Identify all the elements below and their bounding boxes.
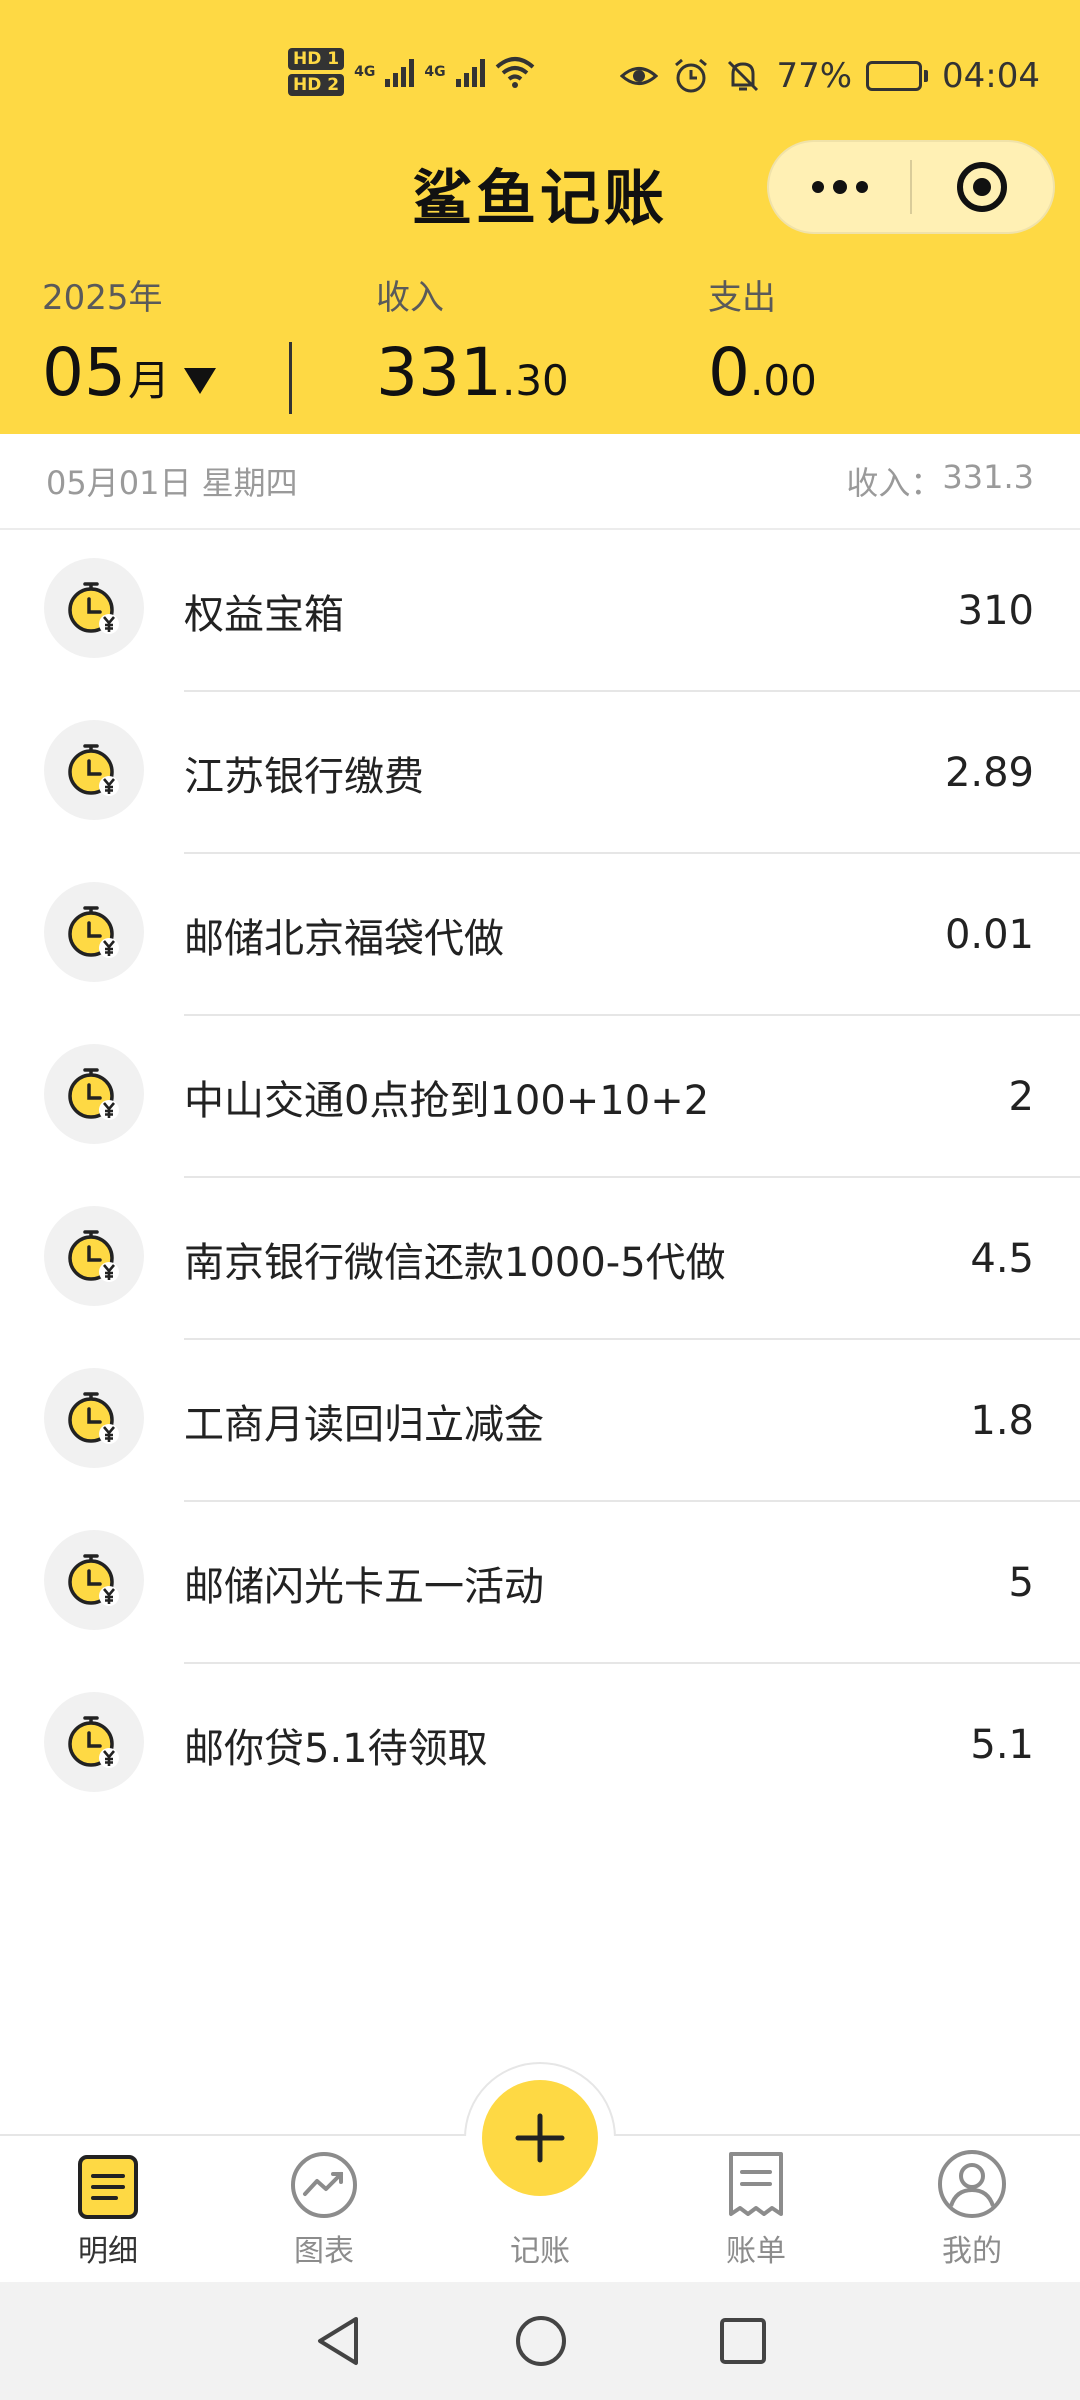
- income-total: 331 .30: [376, 340, 569, 406]
- tab-bill-label: 账单: [726, 2234, 786, 2269]
- transaction-amount: 1.8: [970, 1398, 1034, 1444]
- expense-total: 0 .00: [708, 340, 817, 406]
- plus-icon: [515, 2113, 565, 2163]
- tab-me[interactable]: 我的: [902, 2134, 1042, 2282]
- expense-label: 支出: [708, 278, 776, 318]
- system-nav-bar: [0, 2282, 1080, 2400]
- status-right: 77% 04:04: [620, 56, 1040, 96]
- back-icon[interactable]: [312, 2313, 364, 2369]
- signal2-label: 4G: [424, 64, 446, 80]
- transaction-title: 邮储北京福袋代做: [184, 916, 504, 962]
- hd1-badge: HD 1: [288, 48, 345, 70]
- tab-detail[interactable]: 明细: [38, 2134, 178, 2282]
- hd2-badge: HD 2: [288, 74, 345, 96]
- clock-yen-icon: [44, 720, 144, 820]
- status-bar: HD 1 HD 2 4G 4G 77% 04:04: [0, 0, 1080, 160]
- transaction-list: 权益宝箱 310 江苏银行缴费 2.89 邮储北京福袋代做 0.01 中山交通0…: [0, 530, 1080, 1826]
- clock-yen-icon: [44, 1206, 144, 1306]
- year-label: 2025年: [42, 278, 163, 318]
- battery-icon: [866, 61, 929, 91]
- battery-percent: 77%: [776, 56, 853, 96]
- transaction-title: 邮储闪光卡五一活动: [184, 1564, 544, 1610]
- transaction-amount: 5: [1008, 1560, 1034, 1606]
- clock-yen-icon: [44, 882, 144, 982]
- user-circle-icon: [938, 2150, 1006, 2218]
- transaction-title: 权益宝箱: [184, 592, 344, 638]
- signal2-icon: [455, 57, 485, 87]
- header: HD 1 HD 2 4G 4G 77% 04:04 鲨鱼记账 2025年 收入 …: [0, 0, 1080, 434]
- target-icon: [957, 162, 1008, 212]
- transaction-amount: 310: [957, 588, 1034, 634]
- tab-chart-label: 图表: [294, 2234, 354, 2269]
- transaction-row[interactable]: 南京银行微信还款1000-5代做 4.5: [0, 1178, 1080, 1340]
- tab-chart[interactable]: 图表: [254, 2134, 394, 2282]
- dropdown-arrow-icon: [184, 368, 216, 394]
- month-number: 05: [42, 334, 126, 411]
- income-decimal: .30: [501, 356, 569, 405]
- day-date: 05月01日 星期四: [46, 464, 298, 502]
- more-button[interactable]: [769, 180, 910, 194]
- month-summary: 2025年 收入 支出 05 月 331 .30 0 .00: [0, 270, 1080, 434]
- transaction-title: 江苏银行缴费: [184, 754, 424, 800]
- tab-me-label: 我的: [942, 2234, 1002, 2269]
- day-income: 收入： 331.3: [846, 458, 1034, 504]
- clock-yen-icon: [44, 1692, 144, 1792]
- month-unit: 月: [127, 356, 170, 405]
- transaction-row[interactable]: 工商月读回归立减金 1.8: [0, 1340, 1080, 1502]
- tab-detail-label: 明细: [78, 2234, 138, 2269]
- transaction-row[interactable]: 江苏银行缴费 2.89: [0, 692, 1080, 854]
- transaction-title: 工商月读回归立减金: [184, 1402, 544, 1448]
- expense-decimal: .00: [750, 356, 817, 405]
- alarm-icon: [675, 58, 708, 93]
- tab-add-label: 记账: [510, 2234, 570, 2269]
- transaction-amount: 2.89: [944, 750, 1034, 796]
- clock-time: 04:04: [942, 56, 1040, 96]
- day-header: 05月01日 星期四 收入： 331.3: [0, 434, 1080, 530]
- transaction-amount: 0.01: [944, 912, 1034, 958]
- clock-yen-icon: [44, 558, 144, 658]
- miniapp-capsule: [767, 140, 1055, 234]
- income-label: 收入: [376, 278, 444, 318]
- transaction-title: 中山交通0点抢到100+10+2: [184, 1078, 710, 1124]
- transaction-row[interactable]: 中山交通0点抢到100+10+2 2: [0, 1016, 1080, 1178]
- clock-yen-icon: [44, 1044, 144, 1144]
- eye-icon: [620, 67, 659, 85]
- expense-integer: 0: [708, 334, 750, 411]
- signal1-label: 4G: [354, 64, 376, 80]
- clock-yen-icon: [44, 1368, 144, 1468]
- wifi-icon: [495, 57, 534, 88]
- day-income-label: 收入：: [846, 464, 943, 502]
- transaction-amount: 2: [1008, 1074, 1034, 1120]
- income-integer: 331: [376, 334, 502, 411]
- status-left: HD 1 HD 2 4G 4G: [288, 48, 535, 96]
- add-record-button[interactable]: [482, 2080, 598, 2196]
- trend-chart-icon: [291, 2152, 357, 2218]
- home-icon[interactable]: [514, 2314, 568, 2368]
- transaction-row[interactable]: 邮你贷5.1待领取 5.1: [0, 1664, 1080, 1826]
- transaction-row[interactable]: 邮储北京福袋代做 0.01: [0, 854, 1080, 1016]
- day-income-value: 331.3: [942, 458, 1034, 496]
- hd-badges: HD 1 HD 2: [288, 48, 345, 96]
- tab-bill[interactable]: 账单: [686, 2134, 826, 2282]
- summary-divider: [289, 342, 292, 414]
- receipt-icon: [729, 2152, 783, 2216]
- transaction-amount: 4.5: [970, 1236, 1034, 1282]
- transaction-amount: 5.1: [970, 1722, 1034, 1768]
- transaction-row[interactable]: 权益宝箱 310: [0, 530, 1080, 692]
- transaction-title: 邮你贷5.1待领取: [184, 1726, 488, 1772]
- clock-yen-icon: [44, 1530, 144, 1630]
- month-picker[interactable]: 05 月: [42, 340, 216, 406]
- transaction-title: 南京银行微信还款1000-5代做: [184, 1240, 726, 1286]
- transaction-row[interactable]: 邮储闪光卡五一活动 5: [0, 1502, 1080, 1664]
- recents-icon[interactable]: [718, 2316, 768, 2366]
- close-miniapp-button[interactable]: [912, 159, 1053, 215]
- bell-muted-icon: [728, 60, 759, 92]
- list-doc-icon: [78, 2155, 138, 2219]
- signal1-icon: [385, 57, 415, 87]
